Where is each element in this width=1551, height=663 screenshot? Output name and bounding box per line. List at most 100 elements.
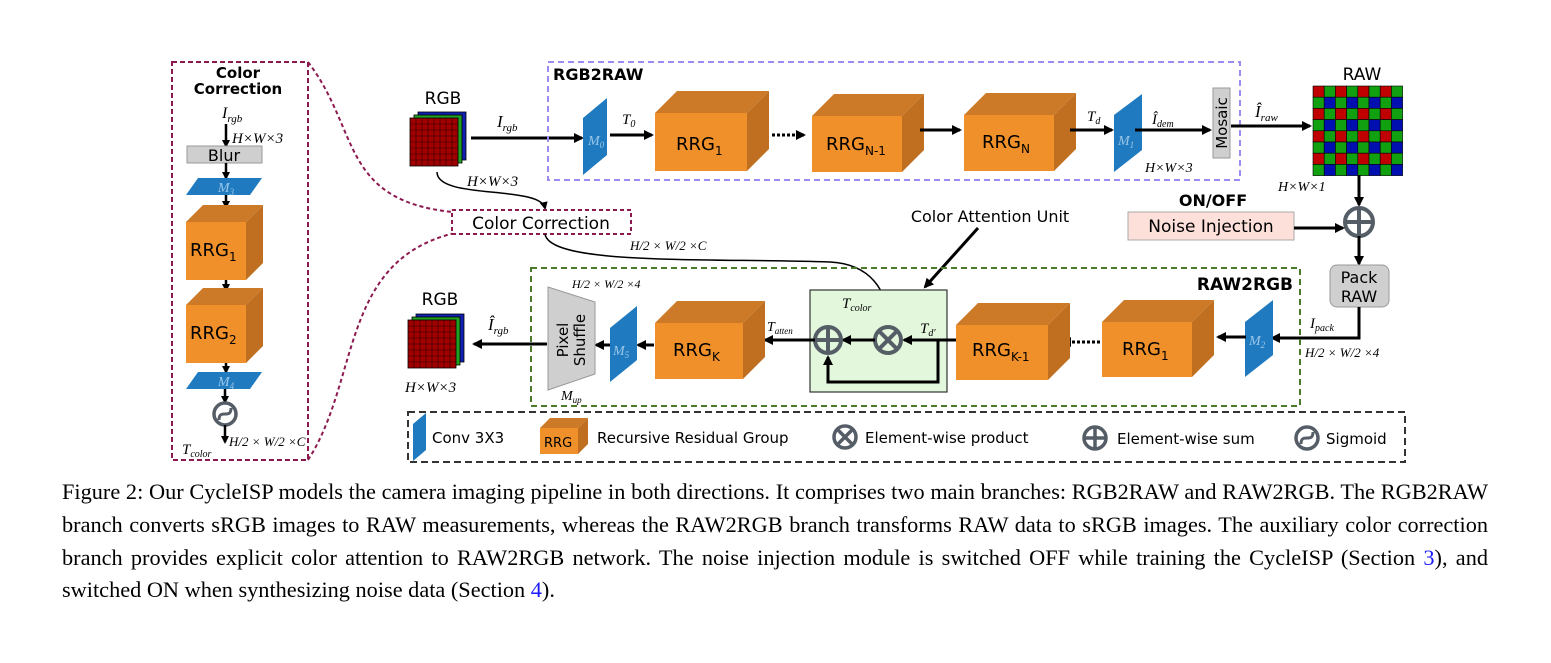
pixel-shuffle-label: Pixel <box>554 323 572 358</box>
dim-label: H×W×1 <box>1277 180 1326 195</box>
rgb-label: RGB <box>422 290 459 310</box>
conv-legend-icon <box>413 413 426 461</box>
svg-text:T0: T0 <box>622 112 635 130</box>
bayer-pixel <box>1346 152 1359 165</box>
cycleisp-diagram: Color Correction Irgb H×W×3 Blur M3 RRG1… <box>171 61 1406 463</box>
noise-switch-label: ON/OFF <box>1179 191 1247 210</box>
bayer-pixel <box>1357 164 1370 176</box>
bayer-pixel <box>1335 119 1347 132</box>
bayer-pixel <box>1368 108 1381 120</box>
bayer-pixel <box>1323 119 1336 132</box>
bayer-pixel <box>1357 85 1370 98</box>
bayer-pixel <box>1312 152 1325 165</box>
legend-label: Conv 3X3 <box>432 429 504 447</box>
noise-injection-label: Noise Injection <box>1148 217 1273 237</box>
bayer-pixel <box>1357 96 1370 109</box>
bayer-pixel <box>1323 96 1336 109</box>
legend-label: Recursive Residual Group <box>597 429 789 447</box>
bayer-pixel <box>1346 96 1359 109</box>
svg-text:Îrgb: Îrgb <box>487 315 509 337</box>
branch-title: RGB2RAW <box>553 65 644 84</box>
rrg-block-1 <box>655 91 769 171</box>
bayer-pixel <box>1312 96 1325 109</box>
bayer-pixel <box>1335 130 1347 143</box>
bayer-pixel <box>1323 141 1336 154</box>
bayer-pixel <box>1346 164 1359 176</box>
legend-label: Sigmoid <box>1326 430 1387 448</box>
attention-unit-label: Color Attention Unit <box>911 207 1069 226</box>
product-icon <box>832 424 858 450</box>
bayer-pixel <box>1391 152 1403 165</box>
dim-label: H×W×3 <box>404 380 456 396</box>
raw-bayer-image <box>1312 85 1403 176</box>
bayer-pixel <box>1335 141 1347 154</box>
bayer-pixel <box>1368 130 1381 143</box>
bayer-pixel <box>1323 85 1336 98</box>
bayer-pixel <box>1312 85 1325 98</box>
svg-text:Mup: Mup <box>560 389 582 405</box>
input-rgb-image <box>409 111 467 167</box>
bayer-pixel <box>1391 164 1403 176</box>
bayer-pixel <box>1379 108 1392 120</box>
bayer-pixel <box>1379 141 1392 154</box>
bayer-pixel <box>1357 141 1370 154</box>
legend-label: RRG <box>544 436 572 451</box>
bayer-pixel <box>1335 108 1347 120</box>
legend: Conv 3X3 RRG Recursive Residual Group El… <box>407 411 1406 463</box>
bayer-pixel <box>1312 141 1325 154</box>
branch-title: RAW2RGB <box>1197 275 1293 295</box>
bayer-pixel <box>1391 130 1403 143</box>
bayer-pixel <box>1335 152 1347 165</box>
bayer-pixel <box>1323 130 1336 143</box>
svg-text:Ipack: Ipack <box>1309 316 1334 334</box>
mosaic-label: Mosaic <box>1213 97 1231 149</box>
output-rgb-image <box>407 313 465 369</box>
bayer-pixel <box>1357 119 1370 132</box>
dim-label: H×W×3 <box>231 131 283 147</box>
pack-raw-label: RAW <box>1341 287 1378 306</box>
bayer-pixel <box>1368 96 1381 109</box>
pack-raw-label: Pack <box>1341 268 1379 287</box>
caption-text: ). <box>541 577 555 603</box>
caption-text: Figure 2: Our CycleISP models the camera… <box>62 479 1488 570</box>
section-link[interactable]: 4 <box>531 577 542 602</box>
bayer-pixel <box>1346 108 1359 120</box>
sum-icon <box>813 325 843 355</box>
bayer-pixel <box>1312 119 1325 132</box>
bayer-pixel <box>1323 164 1336 176</box>
bayer-pixel <box>1368 141 1381 154</box>
conv-block-m1 <box>1114 94 1142 172</box>
bayer-pixel <box>1357 152 1370 165</box>
panel-title: Correction <box>194 80 282 98</box>
bayer-pixel <box>1335 164 1347 176</box>
bayer-pixel <box>1346 130 1359 143</box>
color-correction-panel: Color Correction Irgb H×W×3 Blur M3 RRG1… <box>171 61 309 461</box>
dim-label: H/2 × W/2 ×C <box>228 434 306 449</box>
pixel-shuffle-label: Shuffle <box>571 314 589 366</box>
bayer-pixel <box>1312 130 1325 143</box>
dim-label: H×W×3 <box>1144 161 1193 176</box>
input-label: Irgb <box>221 105 243 125</box>
raw2rgb-branch: RAW2RGB M2 RRG1 RRGK-1 Tcolor Td′ Tatten… <box>530 267 1301 407</box>
bayer-pixel <box>1391 85 1403 98</box>
bayer-pixel <box>1368 152 1381 165</box>
svg-text:Tatten: Tatten <box>767 320 793 336</box>
legend-label: Element-wise product <box>865 429 1029 447</box>
svg-text:Îraw: Îraw <box>1254 102 1278 124</box>
bayer-pixel <box>1335 85 1347 98</box>
bayer-pixel <box>1379 130 1392 143</box>
rgb-label: RGB <box>425 89 462 109</box>
sigmoid-icon <box>212 401 238 427</box>
bayer-pixel <box>1368 85 1381 98</box>
bayer-pixel <box>1323 152 1336 165</box>
dim-label: H×W×3 <box>466 174 518 190</box>
bayer-pixel <box>1346 141 1359 154</box>
color-correction-label: Color Correction <box>472 214 610 234</box>
raw-label: RAW <box>1343 65 1382 85</box>
bayer-pixel <box>1346 85 1359 98</box>
dim-label: H/2 × W/2 ×4 <box>571 277 641 291</box>
tcolor-label: Tcolor <box>182 442 212 460</box>
irgb-label: Irgb <box>496 112 518 134</box>
svg-text:Îdem: Îdem <box>1151 111 1174 130</box>
section-link[interactable]: 3 <box>1423 545 1434 570</box>
